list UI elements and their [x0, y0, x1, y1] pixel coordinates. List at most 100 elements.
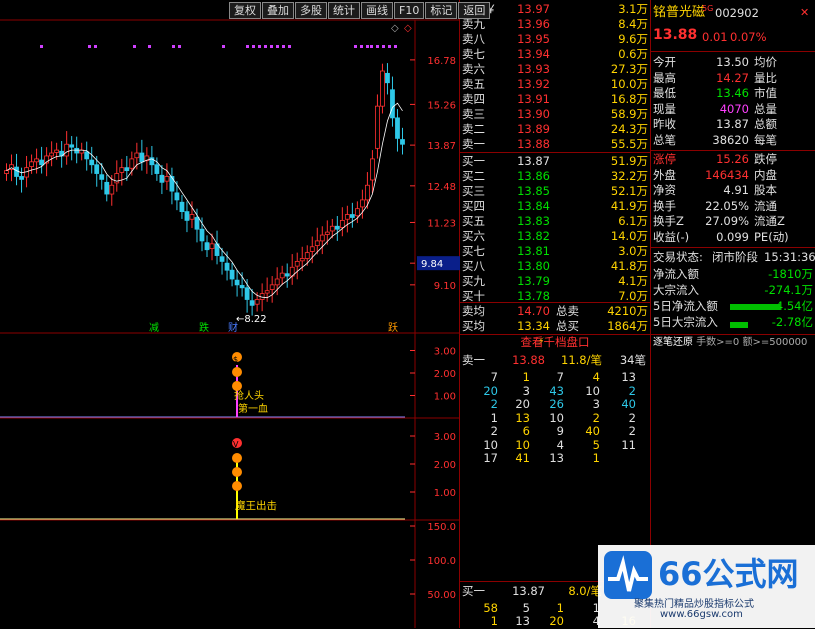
candle-body: [19, 176, 24, 180]
bid-level-label: 买八: [462, 259, 485, 273]
chart-canvas[interactable]: 16.78 15.26 13.87 12.48 11.23 9.10 9.84 ◇ ◇ ←8.22…: [0, 0, 460, 628]
ind2-tick-label: 1.00: [434, 488, 456, 499]
stat-value: 13.46: [716, 86, 749, 100]
stat-value: 4070: [719, 101, 749, 116]
back-button[interactable]: 返回: [458, 2, 491, 19]
candle-body: [299, 258, 305, 262]
candle-body: [370, 158, 375, 181]
candle-body: [274, 278, 280, 286]
signal-coin-icon: [232, 453, 242, 463]
ask-volume: 0.6万: [618, 47, 648, 61]
candle-body: [224, 262, 230, 271]
candle-body: [359, 199, 365, 208]
dollar-icon: $: [233, 355, 238, 364]
bid-volume: 14.0万: [610, 229, 648, 243]
ask-level-label: 卖四: [462, 92, 485, 106]
mark-button[interactable]: 标记: [425, 2, 458, 19]
flow-bar: [730, 304, 780, 310]
candle-body: [380, 70, 385, 107]
watermark-logo-icon: [604, 551, 652, 599]
signal-dot: [178, 45, 181, 48]
f10-button[interactable]: F10: [394, 2, 425, 19]
signal-dot: [276, 45, 279, 48]
bid-level-label: 买九: [462, 274, 485, 288]
bid-price: 13.87: [517, 154, 550, 168]
candle-body: [229, 269, 235, 280]
ask-level-label: 卖五: [462, 77, 485, 91]
stat-label: 换手: [653, 198, 676, 213]
candle-body: [219, 256, 225, 262]
tick-filter-hint: 手数>=0 额>=500000: [693, 337, 808, 348]
watermark-url: www.66gsw.com: [660, 609, 743, 620]
stat-value: 0.099: [716, 229, 749, 244]
stat-label: 市值: [754, 86, 777, 100]
level10-book-button[interactable]: 查看千档盘口: [460, 335, 650, 350]
stock-name: 铭普光磁: [653, 5, 706, 20]
candle-body: [294, 261, 300, 267]
ask-volume: 27.3万: [610, 62, 648, 76]
kline-chart-area[interactable]: 16.78 15.26 13.87 12.48 11.23 9.10 9.84 ◇ ◇ ←8.22…: [0, 0, 491, 628]
ask-level-label: 卖七: [462, 47, 485, 61]
candle-body: [319, 234, 325, 242]
watermark: 66公式网 聚集热门精品炒股指标公式 www.66gsw.com: [598, 545, 815, 628]
flow-label: 净流入额: [653, 267, 699, 281]
ask-volume: 10.0万: [610, 77, 648, 91]
stat-value: 27.09%: [705, 214, 749, 228]
candle-body: [314, 240, 320, 246]
multi-stock-button[interactable]: 多股: [295, 2, 327, 19]
signal-dot: [394, 45, 397, 48]
price-change: 0.01: [702, 30, 728, 44]
candle-body: [365, 184, 370, 201]
ask-level-label: 卖二: [462, 122, 485, 136]
ask-volume: 58.9万: [610, 107, 648, 121]
signal-dot: [360, 45, 363, 48]
tick-order-cell: 13: [549, 451, 564, 465]
candle-body: [344, 214, 350, 220]
candle-body: [4, 170, 9, 174]
close-icon[interactable]: ✕: [800, 6, 809, 19]
candle-body: [34, 158, 39, 163]
ask-volume: 55.5万: [610, 137, 648, 151]
signal-dot: [282, 45, 285, 48]
signal-dot: [354, 45, 357, 48]
candle-body: [49, 152, 55, 157]
flow-value: -2.78亿: [771, 315, 813, 329]
stat-label: 总笔: [653, 132, 676, 147]
draw-line-button[interactable]: 画线: [361, 2, 393, 19]
ask-level-label: 卖六: [462, 62, 485, 76]
tick-restore-toggle[interactable]: 逐笔还原 手数>=0 额>=500000: [653, 335, 807, 350]
candle-body: [254, 299, 260, 305]
stat-label: 换手Z: [653, 214, 684, 228]
flow-label: 大宗流入: [653, 283, 699, 297]
signal-dot: [40, 45, 43, 48]
candle-body: [385, 72, 390, 84]
watermark-slogan: 聚集热门精品炒股指标公式: [634, 599, 754, 610]
ask-price: 13.91: [517, 92, 550, 106]
flow-value: -1810万: [768, 267, 813, 281]
overlay-button[interactable]: 叠加: [262, 2, 294, 19]
bid-level-label: 买四: [462, 199, 485, 213]
candle-body: [209, 243, 215, 249]
tick-order-cell: 1: [592, 451, 600, 465]
v-icon: V: [233, 440, 239, 449]
stat-label: 最低: [653, 86, 676, 100]
book-divider: [460, 152, 650, 153]
trade-status-value: 闭市阶段: [712, 250, 758, 264]
fuquan-button[interactable]: 复权: [229, 2, 261, 19]
flow-label: 5日净流入额: [653, 299, 718, 313]
tick-order-cell: 41: [515, 451, 530, 465]
stats-button[interactable]: 统计: [328, 2, 360, 19]
ask-price: 13.96: [517, 17, 550, 31]
candle-body: [324, 231, 330, 235]
stat-label: 今开: [653, 55, 676, 69]
tick-sell1-per-trade: 11.8/笔: [561, 353, 602, 367]
tick-buy1-price: 13.87: [512, 584, 545, 598]
ask-volume: 8.4万: [618, 17, 648, 31]
ind3-tick-label: 150.0: [427, 522, 456, 533]
stat-label: PE(动): [754, 229, 789, 244]
price-tick-label: 9.10: [434, 281, 456, 292]
avg-ask-price: 14.70: [517, 304, 550, 318]
candle-body: [159, 174, 165, 183]
ask-price: 13.97: [517, 2, 550, 16]
signal-dot: [252, 45, 255, 48]
